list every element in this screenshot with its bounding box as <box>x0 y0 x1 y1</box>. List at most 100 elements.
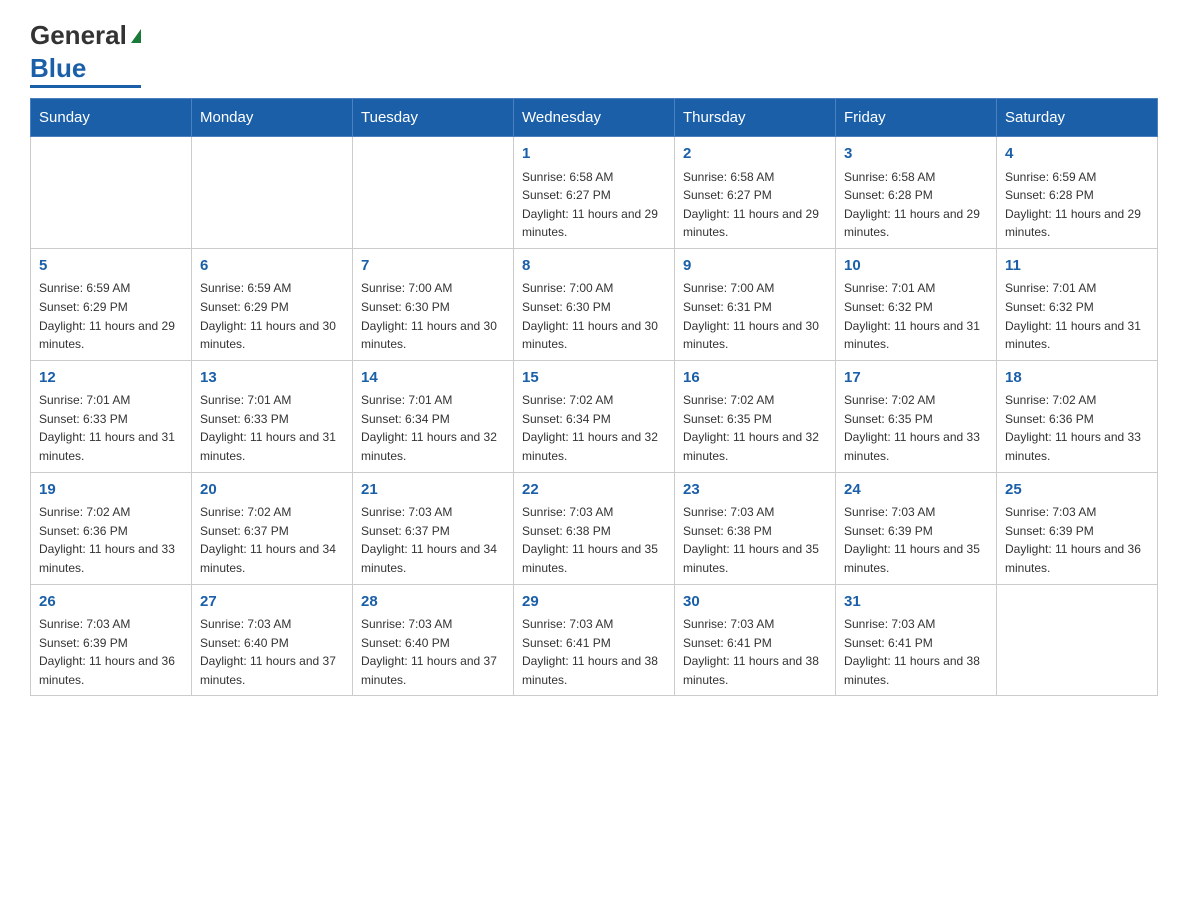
day-number: 6 <box>200 255 344 278</box>
calendar-cell-w1-d1 <box>31 137 192 249</box>
day-number: 10 <box>844 255 988 278</box>
calendar-cell-w4-d6: 24Sunrise: 7:03 AM Sunset: 6:39 PM Dayli… <box>836 472 997 584</box>
calendar-week-4: 19Sunrise: 7:02 AM Sunset: 6:36 PM Dayli… <box>31 472 1158 584</box>
day-number: 20 <box>200 479 344 502</box>
weekday-header-saturday: Saturday <box>997 99 1158 137</box>
day-number: 15 <box>522 367 666 390</box>
day-info: Sunrise: 7:03 AM Sunset: 6:38 PM Dayligh… <box>522 503 666 577</box>
weekday-header-tuesday: Tuesday <box>353 99 514 137</box>
day-number: 9 <box>683 255 827 278</box>
logo: General Blue <box>30 20 141 88</box>
logo-blue-text: Blue <box>30 53 86 84</box>
calendar-table: SundayMondayTuesdayWednesdayThursdayFrid… <box>30 98 1158 696</box>
day-info: Sunrise: 7:01 AM Sunset: 6:32 PM Dayligh… <box>844 279 988 353</box>
weekday-header-friday: Friday <box>836 99 997 137</box>
day-info: Sunrise: 7:03 AM Sunset: 6:39 PM Dayligh… <box>844 503 988 577</box>
day-info: Sunrise: 7:03 AM Sunset: 6:38 PM Dayligh… <box>683 503 827 577</box>
weekday-header-thursday: Thursday <box>675 99 836 137</box>
calendar-cell-w5-d7 <box>997 584 1158 696</box>
calendar-cell-w4-d7: 25Sunrise: 7:03 AM Sunset: 6:39 PM Dayli… <box>997 472 1158 584</box>
day-info: Sunrise: 7:02 AM Sunset: 6:35 PM Dayligh… <box>844 391 988 465</box>
logo-general-text: General <box>30 20 127 51</box>
day-info: Sunrise: 7:02 AM Sunset: 6:37 PM Dayligh… <box>200 503 344 577</box>
calendar-week-5: 26Sunrise: 7:03 AM Sunset: 6:39 PM Dayli… <box>31 584 1158 696</box>
day-number: 23 <box>683 479 827 502</box>
day-info: Sunrise: 7:03 AM Sunset: 6:40 PM Dayligh… <box>200 615 344 689</box>
calendar-cell-w1-d6: 3Sunrise: 6:58 AM Sunset: 6:28 PM Daylig… <box>836 137 997 249</box>
calendar-cell-w3-d6: 17Sunrise: 7:02 AM Sunset: 6:35 PM Dayli… <box>836 360 997 472</box>
day-info: Sunrise: 6:58 AM Sunset: 6:27 PM Dayligh… <box>683 168 827 242</box>
calendar-cell-w3-d5: 16Sunrise: 7:02 AM Sunset: 6:35 PM Dayli… <box>675 360 836 472</box>
day-number: 31 <box>844 591 988 614</box>
day-info: Sunrise: 6:58 AM Sunset: 6:27 PM Dayligh… <box>522 168 666 242</box>
day-number: 11 <box>1005 255 1149 278</box>
day-info: Sunrise: 6:58 AM Sunset: 6:28 PM Dayligh… <box>844 168 988 242</box>
calendar-cell-w3-d1: 12Sunrise: 7:01 AM Sunset: 6:33 PM Dayli… <box>31 360 192 472</box>
calendar-cell-w3-d2: 13Sunrise: 7:01 AM Sunset: 6:33 PM Dayli… <box>192 360 353 472</box>
day-number: 29 <box>522 591 666 614</box>
logo-triangle-icon <box>131 29 141 43</box>
day-info: Sunrise: 7:03 AM Sunset: 6:39 PM Dayligh… <box>1005 503 1149 577</box>
day-number: 3 <box>844 143 988 166</box>
day-number: 4 <box>1005 143 1149 166</box>
calendar-cell-w4-d4: 22Sunrise: 7:03 AM Sunset: 6:38 PM Dayli… <box>514 472 675 584</box>
day-number: 16 <box>683 367 827 390</box>
day-number: 5 <box>39 255 183 278</box>
calendar-cell-w2-d1: 5Sunrise: 6:59 AM Sunset: 6:29 PM Daylig… <box>31 248 192 360</box>
calendar-week-1: 1Sunrise: 6:58 AM Sunset: 6:27 PM Daylig… <box>31 137 1158 249</box>
calendar-cell-w5-d2: 27Sunrise: 7:03 AM Sunset: 6:40 PM Dayli… <box>192 584 353 696</box>
day-info: Sunrise: 6:59 AM Sunset: 6:29 PM Dayligh… <box>39 279 183 353</box>
calendar-cell-w2-d7: 11Sunrise: 7:01 AM Sunset: 6:32 PM Dayli… <box>997 248 1158 360</box>
day-number: 24 <box>844 479 988 502</box>
day-number: 19 <box>39 479 183 502</box>
day-info: Sunrise: 7:01 AM Sunset: 6:33 PM Dayligh… <box>39 391 183 465</box>
calendar-cell-w4-d2: 20Sunrise: 7:02 AM Sunset: 6:37 PM Dayli… <box>192 472 353 584</box>
day-info: Sunrise: 7:00 AM Sunset: 6:30 PM Dayligh… <box>361 279 505 353</box>
day-info: Sunrise: 7:03 AM Sunset: 6:41 PM Dayligh… <box>683 615 827 689</box>
page-header: General Blue <box>30 20 1158 88</box>
day-number: 27 <box>200 591 344 614</box>
calendar-cell-w5-d4: 29Sunrise: 7:03 AM Sunset: 6:41 PM Dayli… <box>514 584 675 696</box>
day-info: Sunrise: 7:03 AM Sunset: 6:41 PM Dayligh… <box>844 615 988 689</box>
calendar-cell-w4-d5: 23Sunrise: 7:03 AM Sunset: 6:38 PM Dayli… <box>675 472 836 584</box>
day-info: Sunrise: 7:02 AM Sunset: 6:36 PM Dayligh… <box>1005 391 1149 465</box>
calendar-cell-w2-d3: 7Sunrise: 7:00 AM Sunset: 6:30 PM Daylig… <box>353 248 514 360</box>
calendar-cell-w3-d4: 15Sunrise: 7:02 AM Sunset: 6:34 PM Dayli… <box>514 360 675 472</box>
day-number: 25 <box>1005 479 1149 502</box>
calendar-cell-w1-d2 <box>192 137 353 249</box>
day-number: 18 <box>1005 367 1149 390</box>
day-info: Sunrise: 6:59 AM Sunset: 6:28 PM Dayligh… <box>1005 168 1149 242</box>
logo-underline <box>30 85 141 88</box>
weekday-header-monday: Monday <box>192 99 353 137</box>
weekday-header-sunday: Sunday <box>31 99 192 137</box>
calendar-cell-w3-d7: 18Sunrise: 7:02 AM Sunset: 6:36 PM Dayli… <box>997 360 1158 472</box>
day-info: Sunrise: 7:03 AM Sunset: 6:39 PM Dayligh… <box>39 615 183 689</box>
calendar-week-2: 5Sunrise: 6:59 AM Sunset: 6:29 PM Daylig… <box>31 248 1158 360</box>
calendar-week-3: 12Sunrise: 7:01 AM Sunset: 6:33 PM Dayli… <box>31 360 1158 472</box>
calendar-cell-w5-d3: 28Sunrise: 7:03 AM Sunset: 6:40 PM Dayli… <box>353 584 514 696</box>
day-number: 26 <box>39 591 183 614</box>
calendar-cell-w5-d5: 30Sunrise: 7:03 AM Sunset: 6:41 PM Dayli… <box>675 584 836 696</box>
day-number: 21 <box>361 479 505 502</box>
day-number: 13 <box>200 367 344 390</box>
day-info: Sunrise: 7:02 AM Sunset: 6:34 PM Dayligh… <box>522 391 666 465</box>
day-number: 28 <box>361 591 505 614</box>
calendar-cell-w4-d3: 21Sunrise: 7:03 AM Sunset: 6:37 PM Dayli… <box>353 472 514 584</box>
day-info: Sunrise: 7:03 AM Sunset: 6:40 PM Dayligh… <box>361 615 505 689</box>
day-info: Sunrise: 7:02 AM Sunset: 6:35 PM Dayligh… <box>683 391 827 465</box>
calendar-cell-w2-d6: 10Sunrise: 7:01 AM Sunset: 6:32 PM Dayli… <box>836 248 997 360</box>
day-number: 12 <box>39 367 183 390</box>
calendar-cell-w3-d3: 14Sunrise: 7:01 AM Sunset: 6:34 PM Dayli… <box>353 360 514 472</box>
day-info: Sunrise: 7:00 AM Sunset: 6:30 PM Dayligh… <box>522 279 666 353</box>
day-number: 2 <box>683 143 827 166</box>
calendar-cell-w4-d1: 19Sunrise: 7:02 AM Sunset: 6:36 PM Dayli… <box>31 472 192 584</box>
day-number: 17 <box>844 367 988 390</box>
day-info: Sunrise: 7:03 AM Sunset: 6:41 PM Dayligh… <box>522 615 666 689</box>
calendar-cell-w1-d5: 2Sunrise: 6:58 AM Sunset: 6:27 PM Daylig… <box>675 137 836 249</box>
day-number: 8 <box>522 255 666 278</box>
day-info: Sunrise: 7:03 AM Sunset: 6:37 PM Dayligh… <box>361 503 505 577</box>
calendar-cell-w5-d1: 26Sunrise: 7:03 AM Sunset: 6:39 PM Dayli… <box>31 584 192 696</box>
day-info: Sunrise: 7:02 AM Sunset: 6:36 PM Dayligh… <box>39 503 183 577</box>
calendar-cell-w2-d4: 8Sunrise: 7:00 AM Sunset: 6:30 PM Daylig… <box>514 248 675 360</box>
weekday-header-wednesday: Wednesday <box>514 99 675 137</box>
